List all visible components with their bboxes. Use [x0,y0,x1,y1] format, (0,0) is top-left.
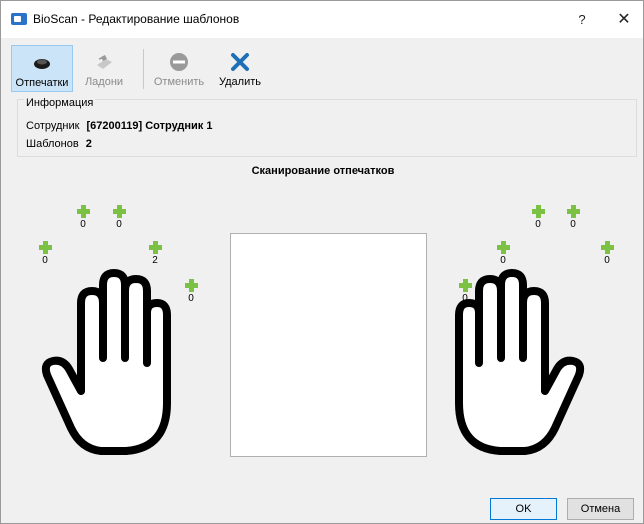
finger-count: 0 [188,293,194,304]
ok-button[interactable]: OK [490,498,557,520]
help-button[interactable]: ? [561,1,603,38]
employee-row: Сотрудник [67200119] Сотрудник 1 [26,120,212,132]
scan-preview [230,233,427,457]
cancel-action-button[interactable]: Отменить [151,45,207,92]
right-little-finger[interactable]: 0 [595,241,619,266]
finger-count: 0 [570,219,576,230]
fingerprint-scanner-icon [31,52,53,74]
add-plus-icon [566,205,580,218]
delete-x-icon [229,51,251,73]
fingerprints-label: Отпечатки [15,77,69,89]
title-bar: BioScan - Редактирование шаблонов ? ✕ [1,1,643,38]
left-index-finger[interactable]: 2 [143,241,167,266]
palm-scanner-icon [93,51,115,73]
info-legend: Информация [24,97,96,109]
cancel-action-label: Отменить [153,76,205,88]
right-thumb[interactable]: 0 [453,279,477,304]
cancel-circle-icon [168,51,190,73]
templates-row: Шаблонов 2 [26,138,92,150]
close-button[interactable]: ✕ [603,1,643,38]
right-ring-finger[interactable]: 0 [561,205,585,230]
delete-label: Удалить [219,76,261,88]
toolbar-separator [143,49,144,89]
finger-count: 0 [116,219,122,230]
finger-count: 0 [462,293,468,304]
employee-value: [67200119] Сотрудник 1 [86,120,213,132]
cancel-button[interactable]: Отмена [567,498,634,520]
toolbar: Отпечатки Ладони Отменить Удалить [11,45,311,93]
add-plus-icon [38,241,52,254]
left-little-finger[interactable]: 0 [33,241,57,266]
templates-label: Шаблонов [26,138,79,150]
add-plus-icon [148,241,162,254]
right-index-finger[interactable]: 0 [491,241,515,266]
left-thumb[interactable]: 0 [179,279,203,304]
add-plus-icon [184,279,198,292]
left-hand-outline [41,269,171,455]
dialog-window: BioScan - Редактирование шаблонов ? ✕ От… [0,0,644,524]
add-plus-icon [458,279,472,292]
delete-button[interactable]: Удалить [215,45,265,92]
right-middle-finger[interactable]: 0 [526,205,550,230]
info-group: Информация Сотрудник [67200119] Сотрудни… [17,97,637,157]
add-plus-icon [600,241,614,254]
add-plus-icon [76,205,90,218]
add-plus-icon [531,205,545,218]
finger-count: 0 [500,255,506,266]
finger-count: 0 [80,219,86,230]
window-title: BioScan - Редактирование шаблонов [33,12,240,26]
add-plus-icon [112,205,126,218]
add-plus-icon [496,241,510,254]
finger-count: 0 [42,255,48,266]
left-ring-finger[interactable]: 0 [71,205,95,230]
palms-label: Ладони [84,76,124,88]
scan-title: Сканирование отпечатков [251,165,395,177]
bioscan-app-icon [11,13,27,25]
finger-count: 2 [152,255,158,266]
templates-value: 2 [85,138,92,150]
fingerprints-button[interactable]: Отпечатки [11,45,73,92]
employee-label: Сотрудник [26,120,80,132]
finger-count: 0 [604,255,610,266]
left-middle-finger[interactable]: 0 [107,205,131,230]
palms-button[interactable]: Ладони [75,45,133,92]
finger-count: 0 [535,219,541,230]
